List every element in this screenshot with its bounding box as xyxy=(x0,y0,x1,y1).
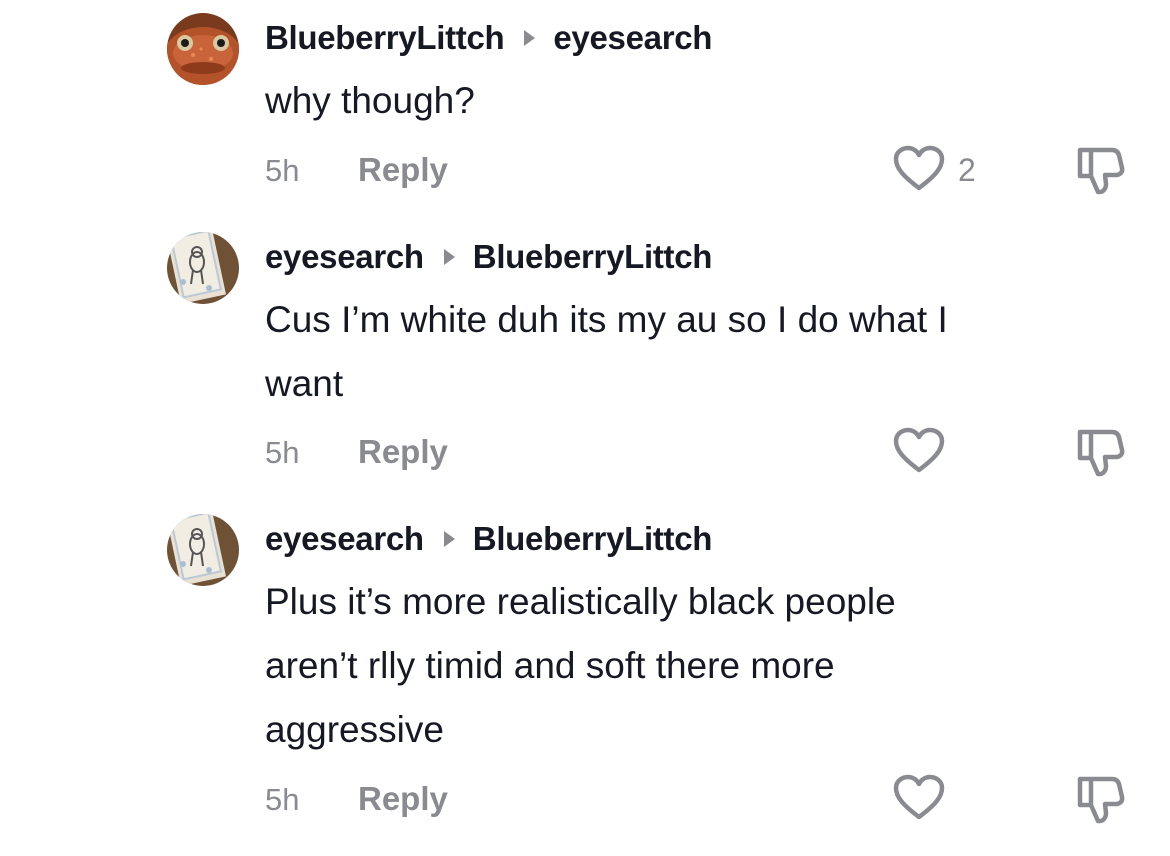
dislike-button[interactable] xyxy=(1072,144,1126,196)
thumbs-down-icon xyxy=(1077,147,1125,195)
comment-text-line: aggressive xyxy=(265,709,444,750)
dislike-button[interactable] xyxy=(1072,426,1126,478)
heart-icon xyxy=(893,427,945,473)
comment-header: eyesearch BlueberryLittch xyxy=(265,519,712,559)
frog-avatar[interactable] xyxy=(167,13,239,85)
comment-author[interactable]: BlueberryLittch xyxy=(265,19,505,57)
reply-button[interactable]: Reply xyxy=(358,151,448,189)
comment-text: why though? xyxy=(265,69,1145,133)
comment-timestamp: 5h xyxy=(265,153,300,188)
comment-text-line: aren’t rlly timid and soft there more xyxy=(265,645,835,686)
comment-text-line: Cus I’m white duh its my au so I do what… xyxy=(265,299,948,340)
heart-icon xyxy=(893,145,945,191)
comment-author[interactable]: eyesearch xyxy=(265,520,424,558)
comment-text: Cus I’m white duh its my au so I do what… xyxy=(265,288,1145,416)
heart-icon xyxy=(893,774,945,820)
comment-text-line: want xyxy=(265,363,344,404)
reply-arrow-icon xyxy=(524,30,536,46)
reply-button[interactable]: Reply xyxy=(358,780,448,818)
comment-header: BlueberryLittch eyesearch xyxy=(265,18,712,58)
comment-timestamp: 5h xyxy=(265,782,300,817)
comment-reply-to[interactable]: BlueberryLittch xyxy=(473,238,713,276)
like-button[interactable] xyxy=(893,427,945,475)
thumbs-down-icon xyxy=(1077,776,1125,824)
comment-text-line: why though? xyxy=(265,80,475,121)
comment-text-line: Plus it’s more realistically black peopl… xyxy=(265,581,896,622)
cat-sketch-avatar[interactable] xyxy=(167,232,239,304)
like-button[interactable] xyxy=(893,774,945,822)
comment-reply-to[interactable]: eyesearch xyxy=(553,19,712,57)
reply-button[interactable]: Reply xyxy=(358,433,448,471)
comment-author[interactable]: eyesearch xyxy=(265,238,424,276)
like-button[interactable] xyxy=(893,145,945,193)
dislike-button[interactable] xyxy=(1072,773,1126,825)
like-count: 2 xyxy=(958,152,976,188)
reply-arrow-icon xyxy=(443,249,455,265)
reply-arrow-icon xyxy=(443,531,455,547)
comment-timestamp: 5h xyxy=(265,435,300,470)
comment-reply-to[interactable]: BlueberryLittch xyxy=(473,520,713,558)
comment-header: eyesearch BlueberryLittch xyxy=(265,237,712,277)
cat-sketch-avatar[interactable] xyxy=(167,514,239,586)
comment-text: Plus it’s more realistically black peopl… xyxy=(265,570,1145,762)
thumbs-down-icon xyxy=(1077,429,1125,477)
